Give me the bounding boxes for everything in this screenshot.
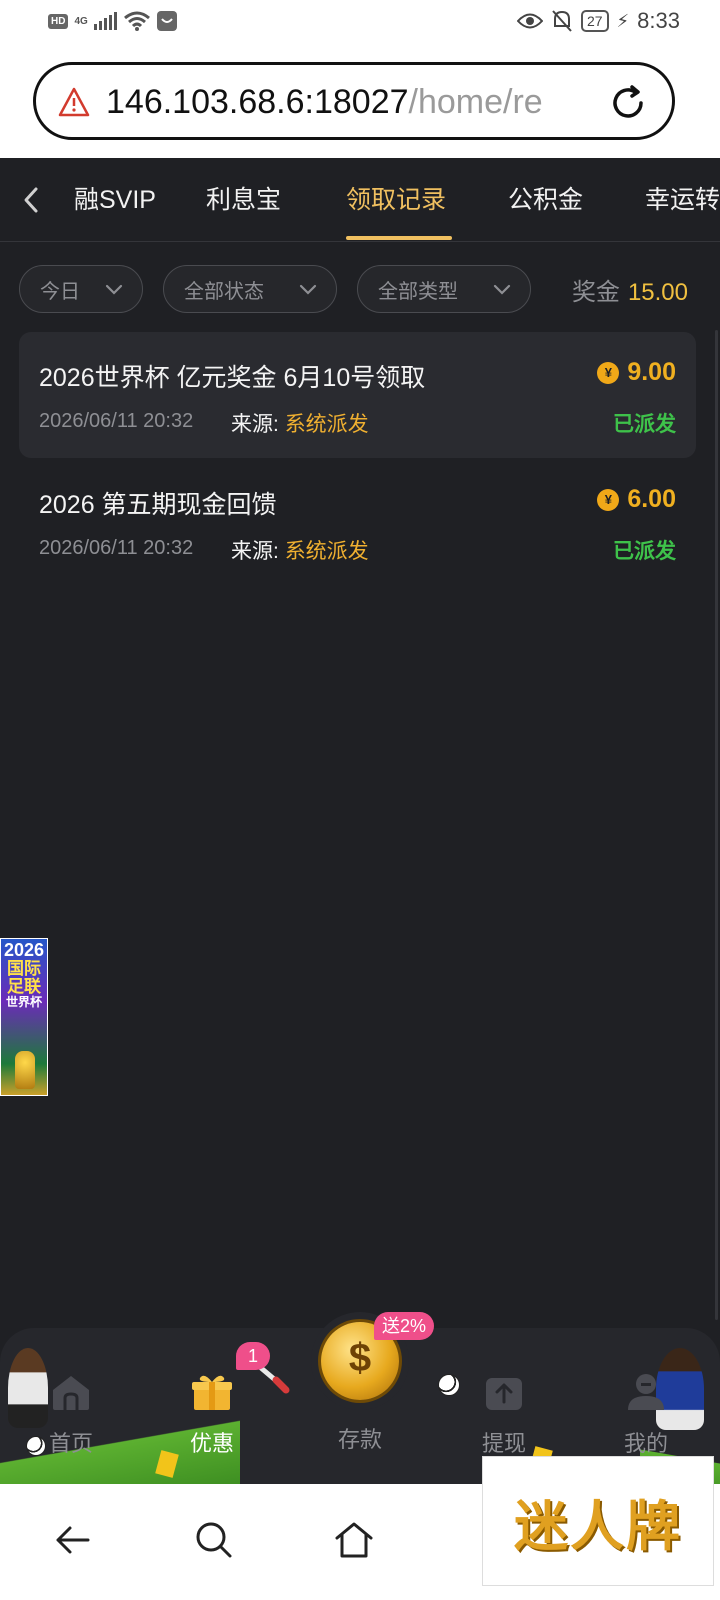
app-notification-icon [156,11,177,31]
charging-icon: ⚡ [616,10,630,31]
type-filter-dropdown[interactable]: 全部类型 [357,265,531,313]
trophy-icon [15,1051,35,1089]
record-item[interactable]: 2026 第五期现金回馈 ¥6.00 2026/06/11 20:32 来源: … [19,459,696,585]
record-amount: ¥6.00 [597,485,676,514]
record-amount-value: 6.00 [627,485,676,513]
user-icon [628,1374,664,1410]
signal-icon [93,12,117,30]
category-tabs: 融SVIP 利息宝 领取记录 公积金 幸运转 [0,158,720,242]
watermark-text: 迷人牌 [514,1493,682,1558]
type-filter-value: 全部类型 [378,280,458,303]
banner-year: 2026 [3,940,45,960]
record-status: 已派发 [613,540,676,563]
reload-icon[interactable] [608,83,648,123]
back-icon[interactable] [52,1520,92,1560]
tab-provident-fund[interactable]: 公积金 [508,180,583,216]
wifi-icon [123,11,150,31]
date-filter-value: 今日 [40,280,80,303]
date-filter-dropdown[interactable]: 今日 [19,265,143,313]
record-amount: ¥9.00 [597,358,676,387]
record-time: 2026/06/11 20:32 [39,410,194,432]
search-icon[interactable] [194,1520,234,1560]
record-source-value: 系统派发 [284,413,369,436]
status-filter-dropdown[interactable]: 全部状态 [163,265,337,313]
record-status: 已派发 [613,413,676,436]
record-source-value: 系统派发 [284,540,369,563]
tab-lucky-wheel[interactable]: 幸运转 [645,180,720,216]
nav-withdraw[interactable]: 提现 [454,1372,554,1458]
tab-svip[interactable]: 融SVIP [74,180,156,216]
tab-interest[interactable]: 利息宝 [206,180,281,216]
bonus-total-label: 奖金 [571,279,620,306]
coin-icon: ¥ [597,488,620,511]
record-title: 2026世界杯 亿元奖金 6月10号领取 [39,364,426,392]
nav-home-label: 首页 [48,1431,93,1456]
gift-icon [192,1375,232,1410]
bonus-total-amount: 15.00 [627,279,688,306]
browser-toolbar: 146.103.68.6:18027/home/re [0,46,720,158]
dollar-coin-icon: $ [348,1336,372,1380]
url-host: 146.103.68.6:18027 [106,83,409,121]
nav-promotions-label: 优惠 [189,1431,234,1456]
promotions-count-badge: 1 [236,1342,270,1370]
url-path: /home/re [408,83,543,121]
record-source-label: 来源: [231,413,279,436]
watermark-logo: 迷人牌 [482,1456,714,1586]
deposit-bonus-badge: 送2% [374,1312,435,1340]
banner-line1: 国际 [7,958,41,978]
hd-badge: HD [48,13,69,29]
status-right: 27 ⚡ 8:33 [516,8,680,34]
record-time: 2026/06/11 20:32 [39,537,194,559]
chevron-down-icon [493,284,511,295]
mute-bell-icon [552,10,572,32]
status-filter-value: 全部状态 [184,280,264,303]
record-item[interactable]: 2026世界杯 亿元奖金 6月10号领取 ¥9.00 2026/06/11 20… [19,332,696,458]
banner-line2: 足联 [7,976,41,996]
chevron-down-icon [299,284,317,295]
nav-profile-label: 我的 [623,1431,668,1456]
world-cup-float-banner[interactable]: 2026 国际 足联 世界杯 [0,938,48,1096]
address-bar[interactable]: 146.103.68.6:18027/home/re [33,62,675,140]
clock: 8:33 [637,8,680,33]
record-source: 来源: 系统派发 [231,535,369,565]
active-tab-indicator [346,236,452,240]
tab-claim-records[interactable]: 领取记录 [346,180,446,216]
eye-icon [516,13,543,29]
coin-icon: ¥ [597,361,620,384]
banner-line3: 世界杯 [5,994,42,1009]
nav-profile[interactable]: 我的 [596,1372,696,1458]
nav-promotions[interactable]: 优惠 [162,1372,262,1458]
record-source: 来源: 系统派发 [231,408,369,438]
home-icon [53,1376,89,1410]
nav-home[interactable]: 首页 [21,1372,121,1458]
battery-level: 27 [580,10,609,32]
network-type: 4G [74,15,88,27]
withdraw-icon [486,1378,522,1410]
record-title: 2026 第五期现金回馈 [39,491,277,519]
nav-withdraw-label: 提现 [481,1431,526,1456]
status-indicators: HD 4G [48,10,178,32]
record-amount-value: 9.00 [627,358,676,386]
home-icon[interactable] [334,1520,374,1560]
record-source-label: 来源: [231,540,279,563]
chevron-down-icon [105,284,123,295]
url-text[interactable]: 146.103.68.6:18027/home/re [106,83,543,122]
chevron-left-icon[interactable] [20,186,42,214]
warning-icon[interactable] [58,87,90,117]
scrollbar[interactable] [715,330,718,1320]
bonus-total: 奖金 15.00 [572,272,688,307]
status-bar: HD 4G 27 ⚡ 8:33 [0,0,720,46]
nav-deposit-label[interactable]: 存款 [310,1422,410,1454]
